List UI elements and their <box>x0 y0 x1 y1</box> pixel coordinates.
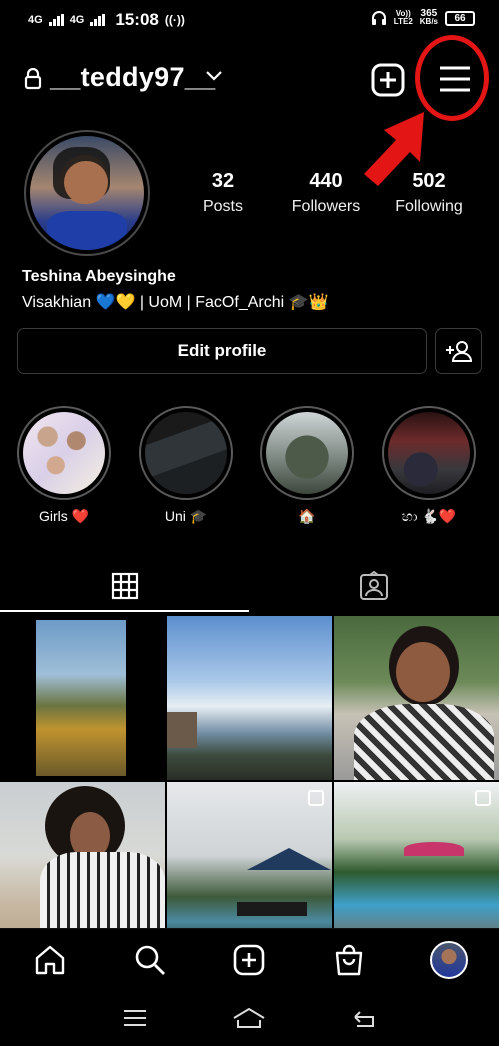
highlight-label: 🏠 <box>298 508 316 524</box>
following-label: Following <box>395 198 463 215</box>
nav-shop[interactable] <box>319 935 379 985</box>
add-person-icon <box>445 341 472 362</box>
followers-count: 440 <box>309 170 343 192</box>
account-username[interactable]: __teddy97__ <box>50 62 215 93</box>
profile-name: Teshina Abeysinghe <box>22 268 176 285</box>
lock-icon <box>24 68 42 90</box>
grid-icon <box>111 572 138 600</box>
home-icon <box>35 945 65 974</box>
posts-label: Posts <box>202 198 243 215</box>
status-bar: 4G 4G 15:08 ((·)) Vo)) LTE2 365 KB/s 66 <box>0 0 499 40</box>
network-type-2: 4G <box>69 14 85 26</box>
active-tab-indicator <box>0 610 249 612</box>
clock: 15:08 <box>115 10 159 29</box>
tab-posts-grid[interactable] <box>0 560 249 612</box>
nav-home[interactable] <box>20 935 80 985</box>
following-count: 502 <box>412 170 446 192</box>
nav-search[interactable] <box>120 935 180 985</box>
chevron-down-icon[interactable] <box>205 70 223 82</box>
following-stat[interactable]: 502 Following <box>388 170 470 216</box>
tagged-person-icon <box>359 571 388 600</box>
battery-icon: 66 <box>445 10 475 26</box>
profile-bio: Visakhian 💙💛 | UoM | FacOf_Archi 🎓👑 <box>22 294 329 311</box>
followers-label: Followers <box>291 198 361 215</box>
highlight-label: Uni 🎓 <box>164 508 208 524</box>
post-thumbnail[interactable] <box>334 782 499 946</box>
net-speed: 365 KB/s <box>419 8 438 26</box>
network-type-1: 4G <box>28 14 43 26</box>
followers-stat[interactable]: 440 Followers <box>286 170 366 216</box>
posts-count: 32 <box>211 170 235 192</box>
post-thumbnail[interactable] <box>334 616 499 780</box>
post-thumbnail[interactable] <box>167 782 332 946</box>
highlight-label: Girls ❤️ <box>38 508 90 524</box>
volte-indicator: Vo)) LTE2 <box>393 9 413 26</box>
story-highlight-bunny[interactable]: හා 🐇❤️ <box>381 406 477 525</box>
tab-tagged[interactable] <box>249 560 498 612</box>
search-icon <box>135 945 165 975</box>
shop-bag-icon <box>336 944 363 975</box>
system-navigation-bar <box>0 990 499 1046</box>
story-highlight-home[interactable]: 🏠 <box>259 406 355 525</box>
new-post-button[interactable] <box>371 63 405 97</box>
recent-apps-icon[interactable] <box>122 1008 148 1028</box>
post-thumbnail[interactable] <box>0 782 165 946</box>
story-highlight-uni[interactable]: Uni 🎓 <box>138 406 234 525</box>
nav-create[interactable] <box>219 935 279 985</box>
signal-icon-2 <box>90 14 106 26</box>
signal-icon-1 <box>48 14 64 26</box>
create-post-icon <box>234 944 265 975</box>
edit-profile-button[interactable]: Edit profile <box>17 328 427 374</box>
carousel-icon <box>308 790 324 806</box>
post-thumbnail[interactable] <box>167 616 332 780</box>
carousel-icon <box>475 790 491 806</box>
nav-profile[interactable] <box>419 935 479 985</box>
story-highlight-girls[interactable]: Girls ❤️ <box>16 406 112 525</box>
highlight-label: හා 🐇❤️ <box>401 508 457 524</box>
posts-stat[interactable]: 32 Posts <box>196 170 250 216</box>
hotspot-icon: ((·)) <box>164 13 185 27</box>
profile-avatar-small <box>430 940 469 979</box>
discover-people-button[interactable] <box>435 328 482 374</box>
system-back-icon[interactable] <box>351 1007 377 1029</box>
headphones-icon <box>371 11 386 25</box>
system-home-icon[interactable] <box>231 1006 267 1030</box>
profile-avatar[interactable] <box>24 130 150 256</box>
post-thumbnail[interactable] <box>0 616 165 780</box>
bottom-navigation <box>0 928 499 990</box>
